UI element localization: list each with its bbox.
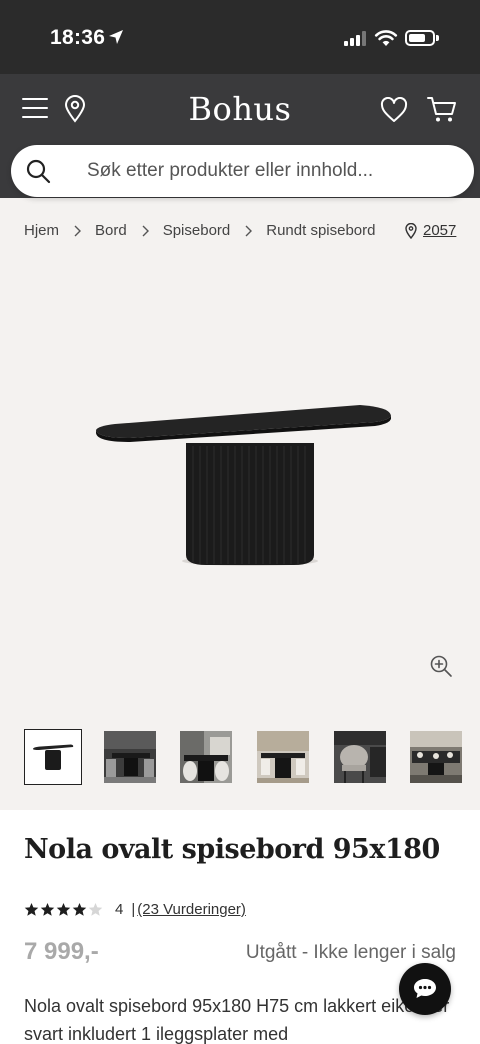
- breadcrumb-item-bord[interactable]: Bord: [95, 222, 127, 239]
- thumbnail-dining-room-1[interactable]: [102, 729, 160, 785]
- breadcrumb: Hjem Bord Spisebord Rundt spisebord: [24, 222, 375, 239]
- thumbnail-image: [257, 731, 309, 783]
- bohus-logo[interactable]: Bohus: [0, 90, 480, 128]
- store-number[interactable]: 2057: [423, 222, 456, 239]
- chevron-right-icon: [244, 225, 253, 237]
- thumbnail-dining-room-4[interactable]: [408, 729, 466, 785]
- chat-button[interactable]: [399, 963, 451, 1015]
- availability-status: Utgått - Ikke lenger i salg: [245, 942, 456, 963]
- product-description: Nola ovalt spisebord 95x180 H75 cm lakke…: [24, 996, 450, 1044]
- thumbnail-image: [180, 731, 232, 783]
- reviews-link[interactable]: (23 Vurderinger): [137, 901, 246, 918]
- breadcrumb-item-hjem[interactable]: Hjem: [24, 222, 59, 239]
- rating-count: 4: [115, 901, 124, 918]
- wifi-icon: [374, 30, 398, 46]
- zoom-in-icon[interactable]: [429, 654, 453, 683]
- search-bar[interactable]: [11, 145, 474, 197]
- thumbnail-image: [334, 731, 386, 783]
- battery-tip: [436, 35, 439, 41]
- thumbnail-dining-chairs[interactable]: [332, 729, 390, 785]
- heart-icon[interactable]: [380, 97, 408, 123]
- star-filled-icon: [72, 902, 87, 916]
- thumbnail-image: [104, 731, 156, 783]
- product-image[interactable]: [0, 258, 480, 713]
- chevron-right-icon: [73, 225, 82, 237]
- store-selector[interactable]: 2057: [405, 222, 456, 239]
- chat-bubble-icon: [414, 979, 436, 998]
- star-filled-icon: [56, 902, 71, 916]
- search-icon: [26, 159, 51, 184]
- thumbnail-image: [410, 731, 462, 783]
- breadcrumb-item-rundt-spisebord[interactable]: Rundt spisebord: [266, 222, 375, 239]
- thumbnail-dining-room-2[interactable]: [178, 729, 236, 785]
- cellular-signal-icon: [344, 30, 366, 46]
- cart-icon[interactable]: [427, 96, 457, 124]
- status-time: 18:36: [50, 26, 106, 49]
- search-input[interactable]: [87, 145, 457, 197]
- battery-icon: [405, 30, 435, 46]
- rating-separator: |: [131, 901, 136, 918]
- location-pin-icon: [405, 222, 417, 239]
- product-price: 7 999,-: [24, 938, 99, 965]
- thumbnail-table-cutout[interactable]: [24, 729, 82, 785]
- location-arrow-icon: [109, 30, 123, 44]
- star-filled-icon: [24, 902, 39, 916]
- product-title: Nola ovalt spisebord 95x180: [24, 834, 440, 865]
- status-bar: 18:36: [0, 0, 480, 74]
- breadcrumb-item-spisebord[interactable]: Spisebord: [163, 222, 231, 239]
- star-rating: [24, 902, 103, 917]
- thumbnail-dining-room-3[interactable]: [255, 729, 313, 785]
- star-empty-icon: [88, 902, 103, 916]
- thumbnail-image: [27, 732, 79, 784]
- product-rating: 4 | (23 Vurderinger): [24, 901, 246, 918]
- chevron-right-icon: [141, 225, 149, 237]
- star-filled-icon: [40, 902, 55, 916]
